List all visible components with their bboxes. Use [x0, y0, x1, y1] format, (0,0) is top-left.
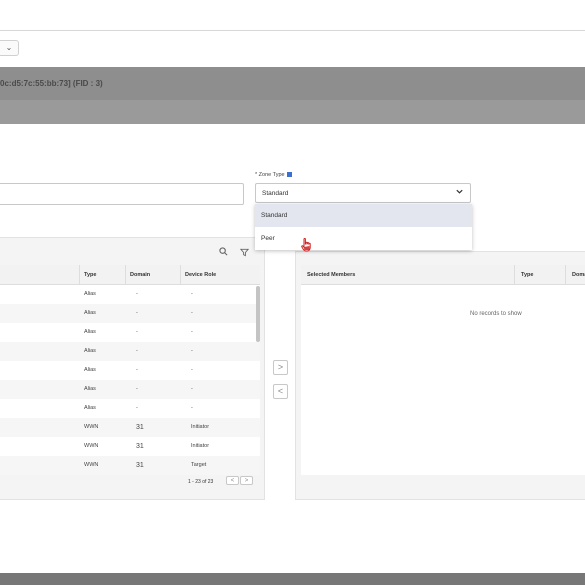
table-scrollbar[interactable] — [256, 286, 260, 342]
cell-device-role: - — [191, 386, 193, 392]
cell-domain: - — [136, 405, 138, 411]
option-peer[interactable]: Peer — [255, 227, 472, 250]
cell-domain: 31 — [136, 462, 144, 469]
table-row[interactable]: Alias - - — [0, 342, 260, 361]
table-row[interactable]: Alias - - — [0, 285, 260, 304]
cell-device-role: - — [191, 310, 193, 316]
table-row[interactable]: Alias - - — [0, 304, 260, 323]
top-divider — [0, 30, 585, 31]
cell-domain: - — [136, 386, 138, 392]
table-row[interactable]: Alias - - — [0, 323, 260, 342]
zone-type-value: Standard — [262, 190, 289, 197]
option-standard[interactable]: Standard — [255, 204, 472, 227]
table-row[interactable]: Alias - - — [0, 380, 260, 399]
empty-state-text: No records to show — [470, 311, 522, 317]
next-page-button[interactable]: > — [240, 476, 253, 485]
column-header-type[interactable]: Type — [515, 265, 566, 285]
cell-type: Alias — [84, 386, 96, 392]
remove-member-button[interactable]: < — [273, 384, 288, 399]
table-row[interactable]: WWN 31 Initiator — [0, 437, 260, 456]
cell-type: Alias — [84, 405, 96, 411]
table-row[interactable]: Alias - - — [0, 399, 260, 418]
column-header-selected-members[interactable]: Selected Members — [301, 265, 515, 285]
column-header-domain[interactable]: Domain — [126, 265, 181, 285]
switch-title: 0c:d5:7c:55:bb:73] (FID : 3) — [0, 79, 103, 88]
header-subbanner — [0, 100, 585, 124]
cell-type: Alias — [84, 329, 96, 335]
selected-members-table: Selected Members Type Doma — [301, 265, 585, 475]
cell-domain: - — [136, 291, 138, 297]
hand-pointer-icon — [301, 237, 312, 257]
cell-domain: 31 — [136, 424, 144, 431]
pagination-of: of — [202, 479, 207, 485]
filter-icon[interactable] — [239, 248, 250, 259]
cell-type: Alias — [84, 367, 96, 373]
prev-page-button[interactable]: < — [226, 476, 239, 485]
cell-device-role: Target — [191, 462, 207, 468]
cell-domain: 31 — [136, 443, 144, 450]
table-row[interactable]: WWN 31 Initiator — [0, 418, 260, 437]
cell-type: WWN — [84, 424, 99, 430]
zone-name-input[interactable] — [0, 183, 244, 205]
cell-device-role: - — [191, 405, 193, 411]
table-row[interactable]: Alias - - — [0, 361, 260, 380]
table-row[interactable]: WWN 31 Target — [0, 456, 260, 475]
collapse-chevron-icon[interactable]: ⌄ — [0, 40, 19, 56]
cell-device-role: Initiator — [191, 424, 210, 430]
cell-domain: - — [136, 348, 138, 354]
available-members-table: Type Domain Device Role Alias - - Alias … — [0, 265, 260, 475]
cell-device-role: - — [191, 291, 193, 297]
cell-device-role: - — [191, 367, 193, 373]
cell-type: WWN — [84, 443, 99, 449]
column-header-domain[interactable]: Doma — [566, 265, 585, 285]
cell-type: WWN — [84, 462, 99, 468]
cell-type: Alias — [84, 291, 96, 297]
zone-type-dropdown: Standard Peer — [255, 204, 472, 250]
add-member-button[interactable]: > — [273, 360, 288, 375]
column-header-type[interactable]: Type — [80, 265, 126, 285]
column-header-device-role[interactable]: Device Role — [181, 265, 260, 285]
cell-device-role: - — [191, 329, 193, 335]
column-header-name[interactable] — [0, 265, 80, 285]
cell-domain: - — [136, 310, 138, 316]
cell-type: Alias — [84, 310, 96, 316]
cell-device-role: Initiator — [191, 443, 210, 449]
cell-domain: - — [136, 367, 138, 373]
zone-type-select[interactable]: Standard — [255, 183, 471, 203]
info-icon — [286, 172, 292, 178]
page-footer — [0, 573, 585, 585]
cell-type: Alias — [84, 348, 96, 354]
search-icon[interactable] — [219, 247, 228, 258]
pagination-info: 1 - 23 of 23 — [188, 477, 213, 487]
zone-type-label: * Zone Type — [255, 172, 292, 178]
cell-domain: - — [136, 329, 138, 335]
pagination-total: 23 — [207, 479, 214, 485]
cell-device-role: - — [191, 348, 193, 354]
pagination-range: 1 - 23 — [188, 479, 201, 485]
chevron-down-icon — [455, 187, 464, 199]
